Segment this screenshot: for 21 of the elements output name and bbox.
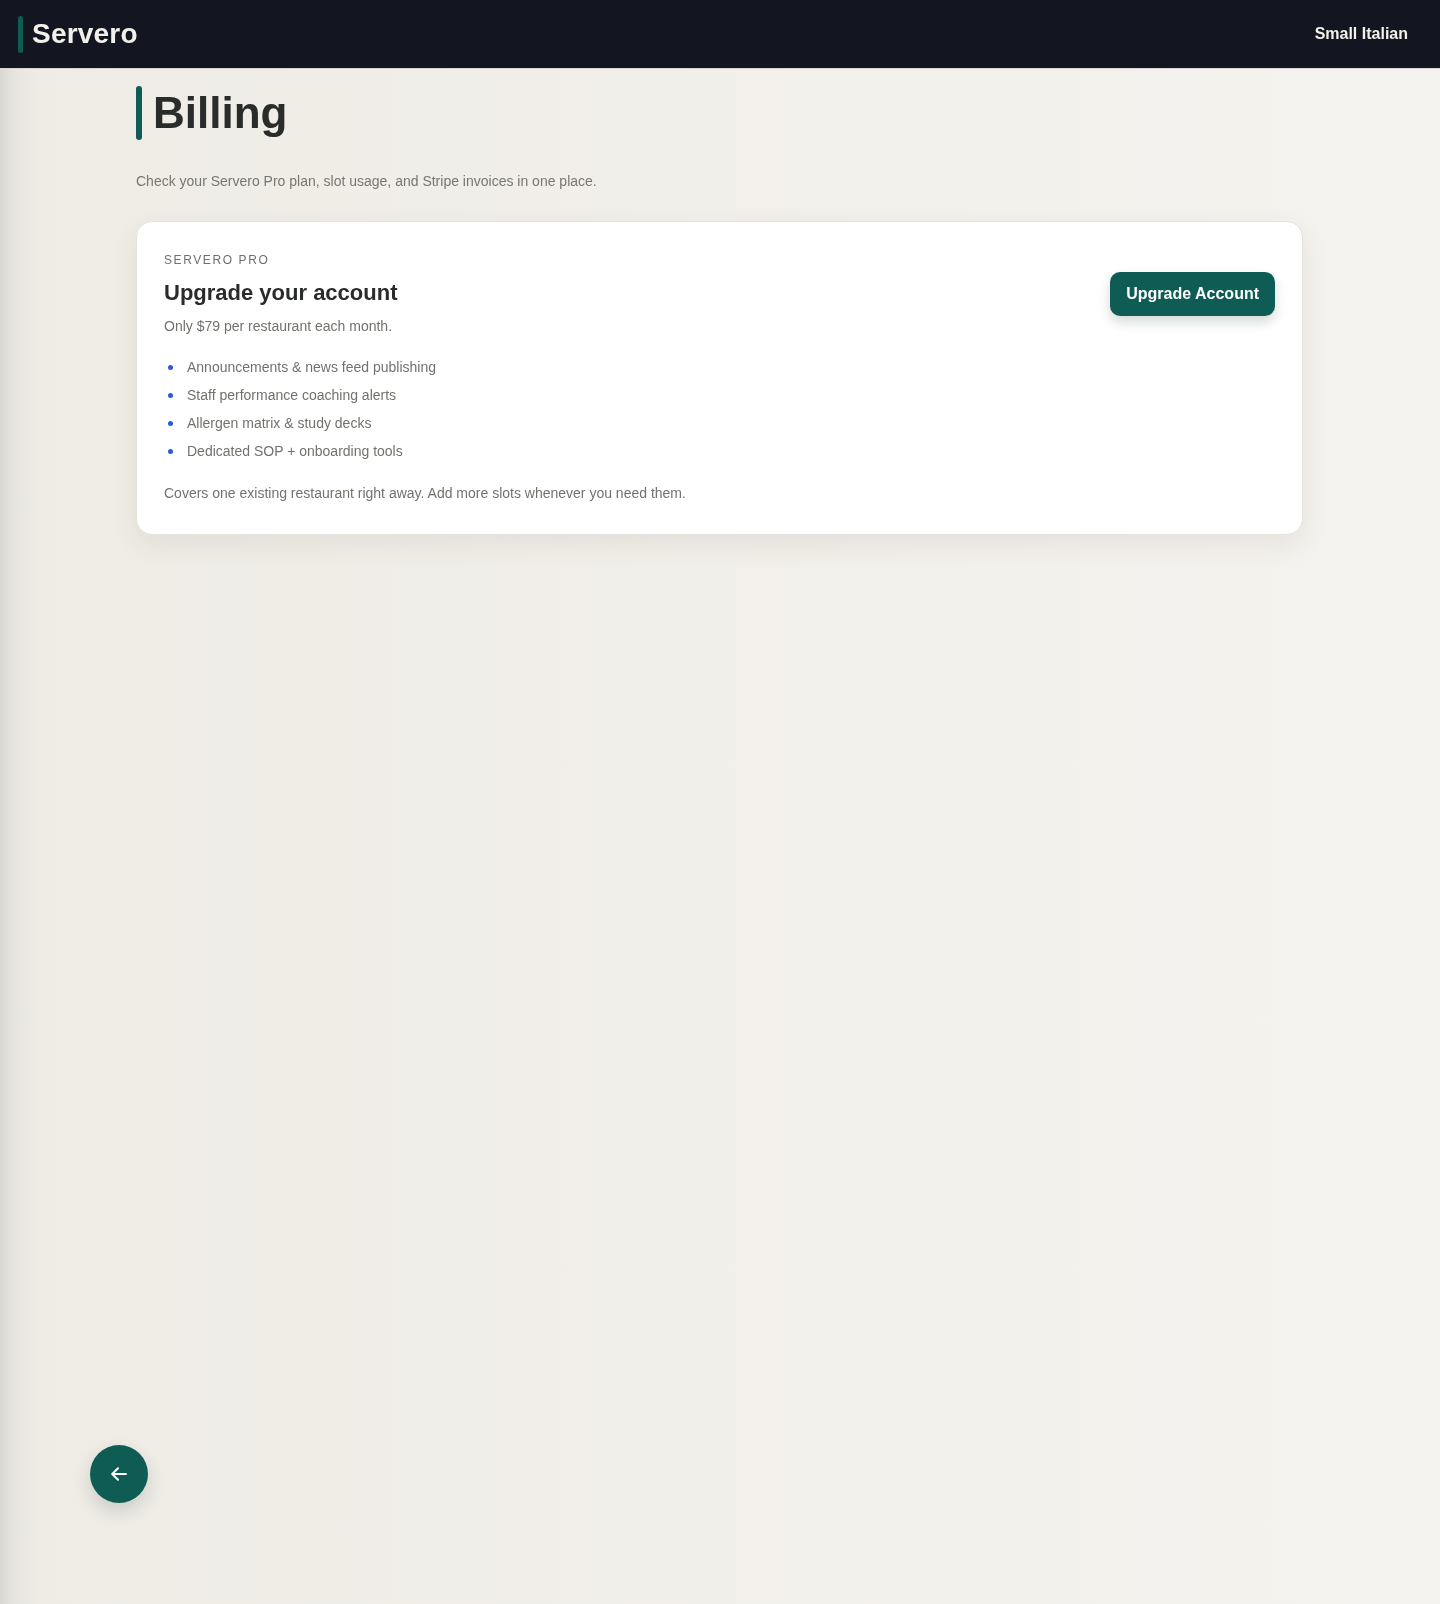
bullet-icon bbox=[168, 392, 173, 398]
bullet-icon bbox=[168, 420, 173, 426]
page-title: Billing bbox=[153, 87, 288, 139]
page-subtitle: Check your Servero Pro plan, slot usage, and Stripe invoices in one place. bbox=[136, 172, 598, 191]
plan-note: Covers one existing restaurant right away. Add more slots whenever you need them. bbox=[164, 484, 686, 503]
bullet-icon bbox=[168, 364, 173, 370]
bullet-icon bbox=[168, 448, 173, 454]
back-button[interactable] bbox=[90, 1445, 148, 1503]
account-link[interactable]: Small Italian bbox=[1314, 25, 1408, 43]
feature-text: Dedicated SOP + onboarding tools bbox=[187, 442, 403, 461]
feature-text: Announcements & news feed publishing bbox=[187, 358, 437, 377]
plan-eyebrow: SERVERO PRO bbox=[164, 252, 271, 268]
title-accent-bar bbox=[136, 86, 142, 140]
feature-text: Staff performance coaching alerts bbox=[187, 386, 397, 405]
plan-price: Only $79 per restaurant each month. bbox=[164, 317, 394, 336]
upgrade-button[interactable]: Upgrade Account bbox=[1110, 272, 1275, 316]
feature-text: Allergen matrix & study decks bbox=[187, 414, 372, 433]
brand-accent-bar bbox=[18, 15, 23, 53]
plan-title: Upgrade your account bbox=[164, 279, 399, 307]
arrow-left-icon bbox=[111, 1467, 127, 1481]
brand-name: Servero bbox=[32, 18, 138, 50]
